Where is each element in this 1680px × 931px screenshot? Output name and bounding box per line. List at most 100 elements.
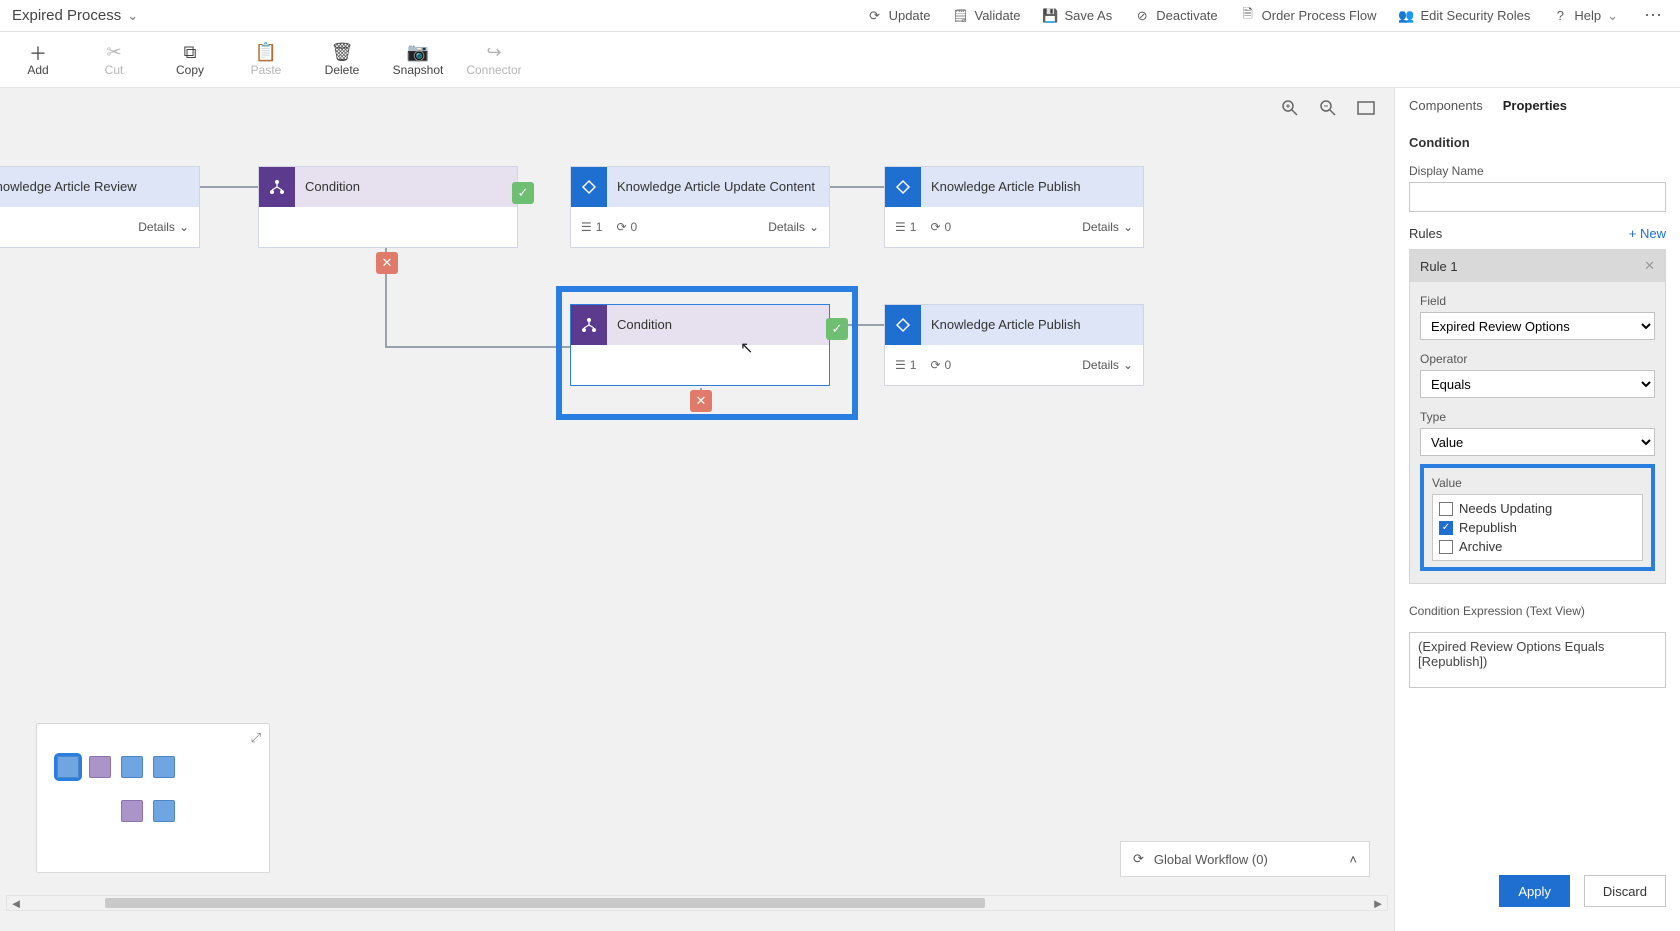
delete-button[interactable]: 🗑 Delete (314, 43, 370, 77)
save-as-button[interactable]: 💾 Save As (1043, 8, 1113, 24)
chevron-down-icon: ⌄ (809, 220, 819, 234)
refresh-icon: ⟳ (867, 8, 883, 24)
order-icon: 🗎 (1240, 8, 1256, 24)
branch-icon (571, 305, 607, 345)
horizontal-scrollbar[interactable]: ◄ ► (6, 895, 1388, 911)
cut-button[interactable]: ✂ Cut (86, 43, 142, 77)
add-button[interactable]: ＋ Add (10, 43, 66, 77)
deactivate-button[interactable]: ⊘ Deactivate (1134, 8, 1217, 24)
security-icon: 👥 (1399, 8, 1415, 24)
stage-publish-1[interactable]: Knowledge Article Publish ☰1 ⟳0 Details … (884, 166, 1144, 248)
side-tabs: Components Properties (1395, 88, 1680, 125)
update-button[interactable]: ⟳ Update (867, 8, 931, 24)
stage-title: Knowledge Article Publish (921, 179, 1081, 195)
stage-review[interactable]: Knowledge Article Review ⟳0 Details ⌄ (0, 166, 200, 248)
display-name-label: Display Name (1409, 160, 1666, 182)
value-option[interactable]: Archive (1439, 537, 1636, 556)
title-bar: Expired Process ⌄ ⟳ Update 🗒 Validate 💾 … (0, 0, 1680, 32)
operator-select[interactable]: Equals (1420, 370, 1655, 398)
minimap[interactable]: ⤢ (36, 723, 270, 873)
checkbox-icon[interactable] (1439, 540, 1453, 554)
validate-button[interactable]: 🗒 Validate (953, 8, 1021, 24)
value-section-highlight: Value Needs Updating ✓ Republish (1420, 464, 1655, 571)
global-workflow-label: Global Workflow (0) (1154, 852, 1268, 867)
badge-yes: ✓ (826, 318, 848, 340)
type-select[interactable]: Value (1420, 428, 1655, 456)
stage-title: Condition (607, 317, 672, 333)
global-workflow-bar[interactable]: ⟳ Global Workflow (0) ˄ (1120, 841, 1370, 877)
stage-condition-1[interactable]: Condition (258, 166, 518, 248)
scroll-thumb[interactable] (105, 898, 985, 908)
steps-icon: ☰ (581, 220, 592, 234)
close-icon[interactable]: ✕ (1644, 258, 1655, 274)
field-label: Field (1420, 290, 1655, 312)
refresh-icon: ⟳ (930, 220, 940, 234)
copy-button[interactable]: ⧉ Copy (162, 43, 218, 77)
minimap-node[interactable] (121, 800, 143, 822)
minimap-node[interactable] (153, 800, 175, 822)
value-option[interactable]: Needs Updating (1439, 499, 1636, 518)
details-toggle[interactable]: Details ⌄ (1082, 220, 1133, 234)
rule-title: Rule 1 (1420, 259, 1458, 274)
expression-label: Condition Expression (Text View) (1409, 600, 1666, 622)
stage-icon (885, 305, 921, 345)
details-toggle[interactable]: Details ⌄ (138, 220, 189, 234)
main-row: Knowledge Article Review ⟳0 Details ⌄ (0, 88, 1680, 931)
security-roles-button[interactable]: 👥 Edit Security Roles (1399, 8, 1531, 24)
help-icon: ? (1552, 8, 1568, 24)
display-name-input[interactable] (1409, 182, 1666, 212)
scroll-left-icon[interactable]: ◄ (7, 896, 25, 911)
order-flow-button[interactable]: 🗎 Order Process Flow (1240, 8, 1377, 24)
panel-heading: Condition (1409, 131, 1666, 160)
chevron-down-icon: ⌄ (179, 220, 189, 234)
chevron-down-icon: ⌄ (1607, 8, 1618, 24)
steps-icon: ☰ (895, 358, 906, 372)
help-button[interactable]: ? Help ⌄ (1552, 8, 1618, 24)
steps-icon: ☰ (895, 220, 906, 234)
more-button[interactable]: ⋯ (1640, 5, 1668, 26)
discard-button[interactable]: Discard (1584, 875, 1666, 907)
checkbox-icon[interactable]: ✓ (1439, 521, 1453, 535)
value-option[interactable]: ✓ Republish (1439, 518, 1636, 537)
operator-label: Operator (1420, 348, 1655, 370)
minimap-node[interactable] (89, 756, 111, 778)
field-select[interactable]: Expired Review Options (1420, 312, 1655, 340)
connector-button[interactable]: ↪ Connector (466, 43, 522, 77)
app-root: Expired Process ⌄ ⟳ Update 🗒 Validate 💾 … (0, 0, 1680, 931)
scroll-track[interactable] (25, 898, 1369, 908)
expression-text: (Expired Review Options Equals [Republis… (1409, 632, 1666, 688)
minimap-node[interactable] (121, 756, 143, 778)
refresh-icon: ⟳ (616, 220, 626, 234)
paste-button[interactable]: 📋 Paste (238, 43, 294, 77)
plus-icon: ＋ (29, 43, 47, 63)
stage-title: Condition (295, 179, 360, 195)
chevron-up-icon[interactable]: ˄ (1349, 852, 1357, 867)
tab-components[interactable]: Components (1409, 98, 1483, 119)
value-label: Value (1432, 476, 1643, 494)
snapshot-button[interactable]: 📷 Snapshot (390, 43, 446, 77)
minimap-node[interactable] (57, 756, 79, 778)
cursor-icon: ↖ (740, 338, 753, 358)
details-toggle[interactable]: Details ⌄ (1082, 358, 1133, 372)
stage-publish-2[interactable]: Knowledge Article Publish ☰1 ⟳0 Details … (884, 304, 1144, 386)
chevron-down-icon: ⌄ (1123, 358, 1133, 372)
deactivate-icon: ⊘ (1134, 8, 1150, 24)
expand-icon[interactable]: ⤢ (251, 730, 261, 746)
tab-properties[interactable]: Properties (1503, 98, 1567, 119)
checkbox-icon[interactable] (1439, 502, 1453, 516)
branch-icon (259, 167, 295, 207)
scroll-right-icon[interactable]: ► (1369, 896, 1387, 911)
cut-icon: ✂ (106, 43, 121, 63)
apply-button[interactable]: Apply (1499, 875, 1570, 907)
chevron-down-icon: ⌄ (1123, 220, 1133, 234)
refresh-icon: ⟳ (930, 358, 940, 372)
details-toggle[interactable]: Details ⌄ (768, 220, 819, 234)
stage-update-content[interactable]: Knowledge Article Update Content ☰1 ⟳0 D… (570, 166, 830, 248)
new-rule-button[interactable]: + New (1629, 226, 1666, 241)
title-dropdown-icon[interactable]: ⌄ (127, 8, 138, 24)
minimap-node[interactable] (153, 756, 175, 778)
stage-condition-2[interactable]: Condition (570, 304, 830, 386)
rule-box: Rule 1 ✕ Field Expired Review Options Op (1409, 249, 1666, 584)
trash-icon: 🗑 (331, 43, 354, 63)
canvas-area[interactable]: Knowledge Article Review ⟳0 Details ⌄ (0, 88, 1394, 931)
